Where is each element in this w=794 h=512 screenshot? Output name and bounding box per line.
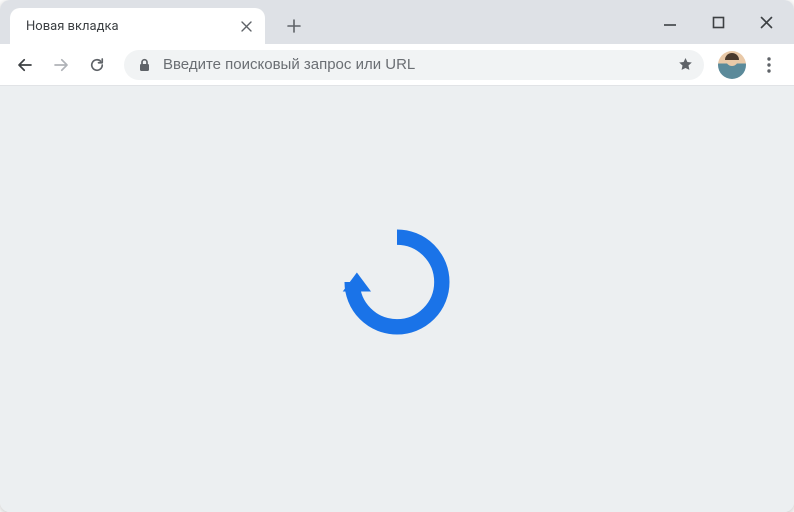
back-button[interactable] (8, 48, 42, 82)
reload-icon (88, 56, 106, 74)
tab-close-button[interactable] (237, 17, 255, 35)
arrow-right-icon (52, 56, 70, 74)
minimize-button[interactable] (648, 5, 692, 39)
page-content (0, 86, 794, 512)
update-icon (338, 223, 456, 345)
address-bar[interactable] (124, 50, 704, 80)
minimize-icon (663, 15, 677, 29)
tab-strip: Новая вкладка (0, 0, 794, 44)
kebab-icon (767, 57, 771, 73)
bookmark-button[interactable] (677, 56, 694, 73)
star-icon (677, 56, 694, 73)
browser-window: Новая вкладка (0, 0, 794, 512)
close-icon (760, 16, 773, 29)
reload-button[interactable] (80, 48, 114, 82)
arrow-left-icon (16, 56, 34, 74)
close-icon (241, 21, 252, 32)
maximize-icon (712, 16, 725, 29)
forward-button[interactable] (44, 48, 78, 82)
new-tab-button[interactable] (279, 11, 309, 41)
menu-button[interactable] (752, 48, 786, 82)
plus-icon (287, 19, 301, 33)
profile-avatar[interactable] (718, 51, 746, 79)
tab-active[interactable]: Новая вкладка (10, 8, 265, 44)
toolbar (0, 44, 794, 86)
window-controls (648, 0, 788, 44)
address-input[interactable] (161, 55, 667, 74)
tab-title: Новая вкладка (26, 19, 237, 34)
maximize-button[interactable] (696, 5, 740, 39)
close-window-button[interactable] (744, 5, 788, 39)
lock-icon (138, 58, 151, 72)
